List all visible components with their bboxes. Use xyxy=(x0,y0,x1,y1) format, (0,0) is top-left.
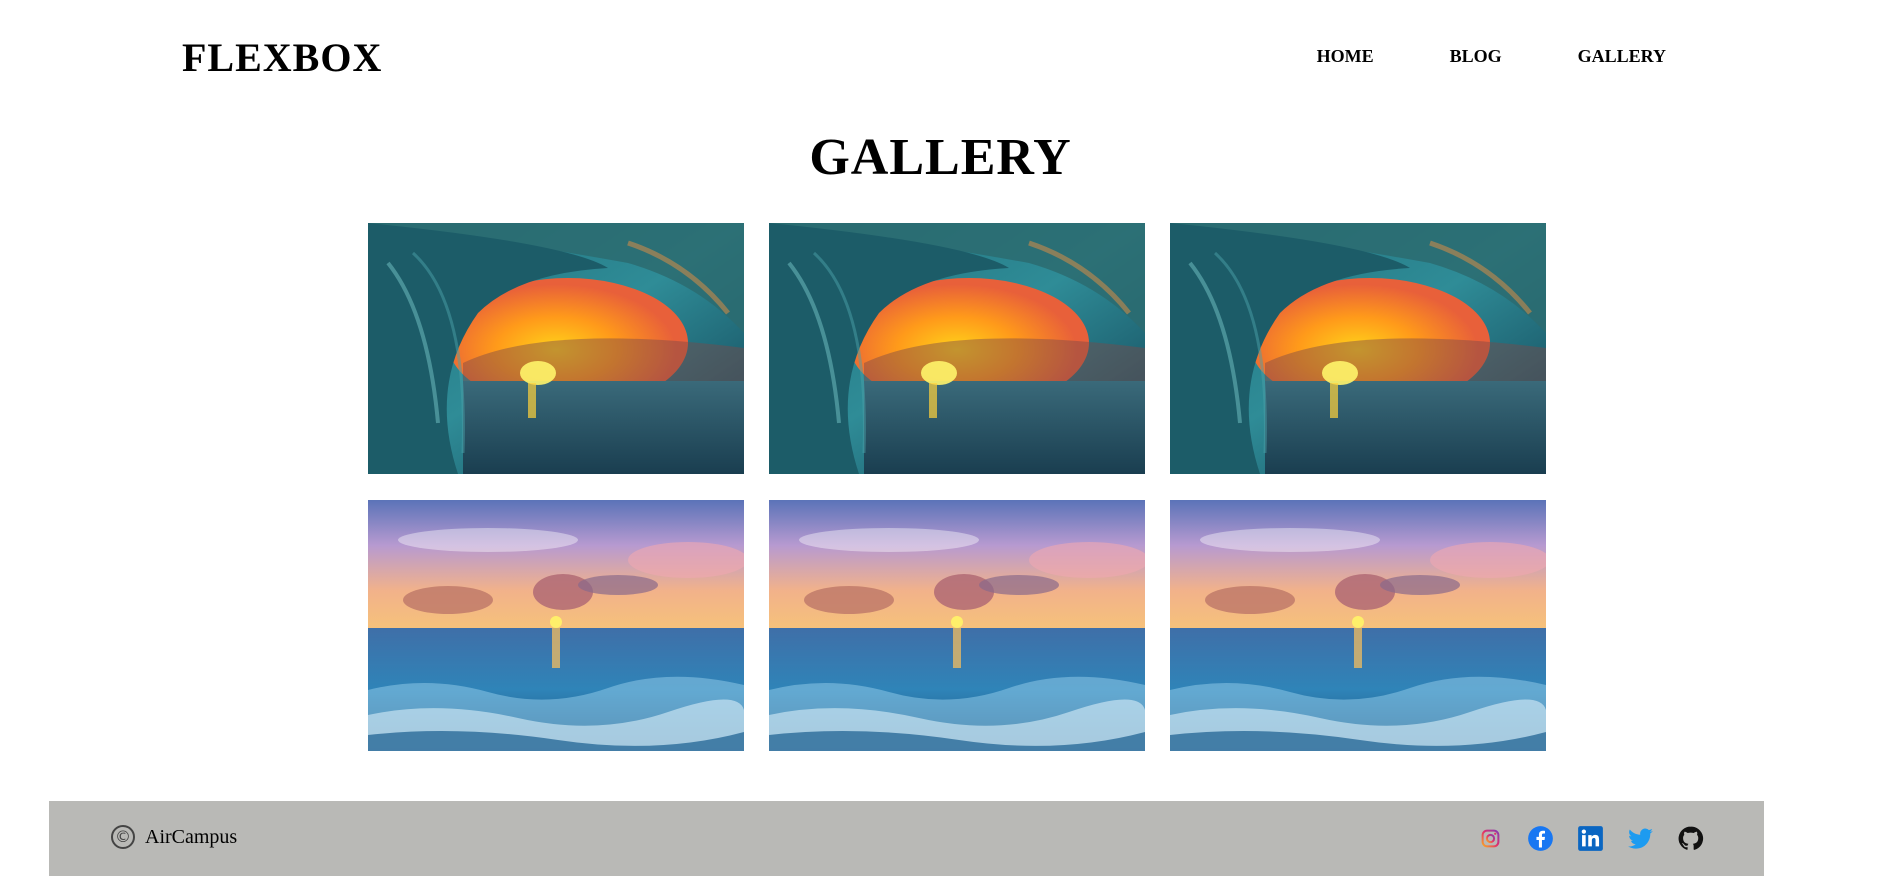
copyright-icon: © xyxy=(111,825,135,849)
facebook-icon[interactable] xyxy=(1527,825,1554,852)
gallery-image-beach-3[interactable] xyxy=(1170,500,1546,751)
nav-gallery[interactable]: GALLERY xyxy=(1578,46,1666,67)
page-title: GALLERY xyxy=(809,129,1072,186)
twitter-icon[interactable] xyxy=(1627,825,1654,852)
page: FLEXBOX HOME BLOG GALLERY GALLERY © AirC… xyxy=(0,0,1881,889)
main-nav: HOME BLOG GALLERY xyxy=(1317,46,1666,67)
gallery-image-wave-1[interactable] xyxy=(368,223,744,474)
copyright-text: AirCampus xyxy=(145,825,238,848)
linkedin-icon[interactable] xyxy=(1577,825,1604,852)
instagram-icon[interactable] xyxy=(1477,825,1504,852)
nav-blog[interactable]: BLOG xyxy=(1450,46,1502,67)
gallery-image-wave-3[interactable] xyxy=(1170,223,1546,474)
nav-home[interactable]: HOME xyxy=(1317,46,1374,67)
gallery-grid xyxy=(368,223,1548,751)
gallery-image-wave-2[interactable] xyxy=(769,223,1145,474)
gallery-image-beach-2[interactable] xyxy=(769,500,1145,751)
site-logo[interactable]: FLEXBOX xyxy=(182,34,382,82)
social-links xyxy=(1477,825,1704,852)
github-icon[interactable] xyxy=(1677,825,1704,852)
copyright: © AirCampus xyxy=(111,825,237,849)
gallery-image-beach-1[interactable] xyxy=(368,500,744,751)
site-footer: © AirCampus xyxy=(49,801,1764,876)
